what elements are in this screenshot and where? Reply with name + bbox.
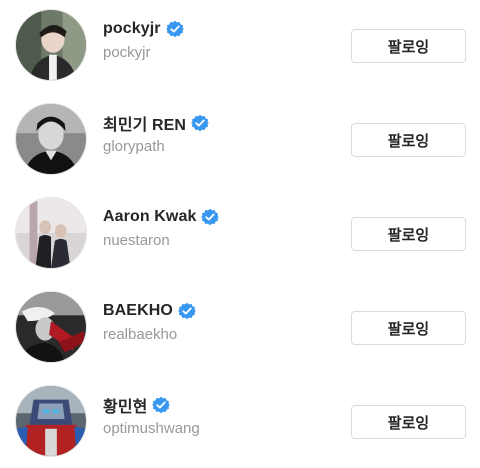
avatar[interactable] <box>15 103 87 175</box>
avatar-photo <box>16 198 86 268</box>
user-name[interactable]: pockyjr <box>103 20 161 38</box>
user-handle: glorypath <box>103 138 165 155</box>
verified-badge-icon <box>191 114 210 132</box>
name-line: Aaron Kwak <box>103 206 220 228</box>
user-name[interactable]: BAEKHO <box>103 302 173 320</box>
name-line: 황민현 <box>103 393 171 417</box>
user-name[interactable]: 최민기 REN <box>103 111 186 135</box>
avatar-photo <box>16 10 86 80</box>
user-row[interactable]: Aaron Kwak nuestaron 팔로잉 <box>0 188 480 282</box>
following-button[interactable]: 팔로잉 <box>351 311 466 345</box>
user-handle: nuestaron <box>103 232 170 249</box>
user-row[interactable]: BAEKHO realbaekho 팔로잉 <box>0 282 480 376</box>
name-line: BAEKHO <box>103 300 196 322</box>
name-line: 최민기 REN <box>103 111 210 135</box>
user-row[interactable]: pockyjr pockyjr 팔로잉 <box>0 0 480 94</box>
avatar[interactable] <box>15 9 87 81</box>
following-button[interactable]: 팔로잉 <box>351 29 466 63</box>
following-button[interactable]: 팔로잉 <box>351 217 466 251</box>
user-name[interactable]: 황민현 <box>103 393 147 417</box>
user-row[interactable]: 최민기 REN glorypath 팔로잉 <box>0 94 480 188</box>
user-name[interactable]: Aaron Kwak <box>103 208 196 226</box>
verified-badge-icon <box>201 208 220 226</box>
avatar[interactable] <box>15 291 87 363</box>
avatar-photo <box>16 104 86 174</box>
avatar-photo <box>16 386 86 456</box>
following-button[interactable]: 팔로잉 <box>351 405 466 439</box>
user-handle: optimushwang <box>103 420 200 437</box>
user-handle: realbaekho <box>103 326 178 343</box>
avatar-photo <box>16 292 86 362</box>
avatar[interactable] <box>15 385 87 457</box>
verified-badge-icon <box>152 396 171 414</box>
user-row[interactable]: 황민현 optimushwang 팔로잉 <box>0 376 480 468</box>
following-button[interactable]: 팔로잉 <box>351 123 466 157</box>
verified-badge-icon <box>177 302 196 320</box>
following-list: pockyjr pockyjr 팔로잉 최민기 REN glorypath 팔로… <box>0 0 480 468</box>
name-line: pockyjr <box>103 18 184 40</box>
verified-badge-icon <box>165 20 184 38</box>
avatar[interactable] <box>15 197 87 269</box>
user-handle: pockyjr <box>103 44 151 61</box>
